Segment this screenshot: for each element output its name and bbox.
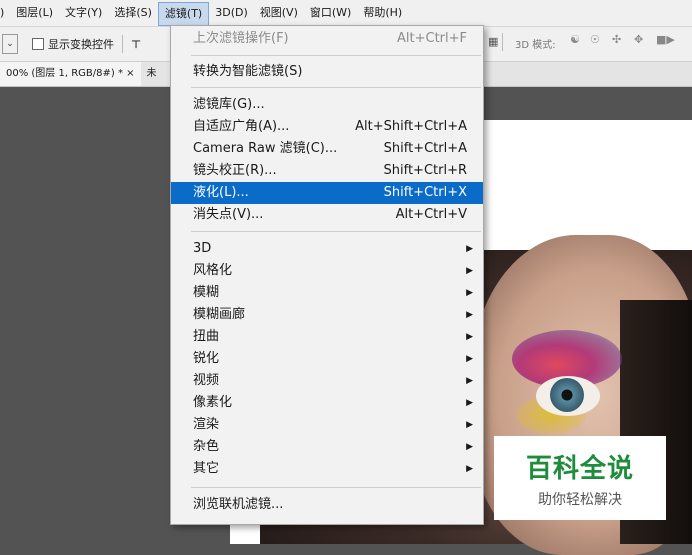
menu-3d[interactable]: 3D(D) [209,0,254,26]
vanishing-point-label: 消失点(V)... [193,207,264,222]
menu-item-adaptive-wide-angle[interactable]: 自适应广角(A)... Alt+Shift+Ctrl+A [171,116,483,138]
menu-separator [191,55,481,56]
browse-online-label: 浏览联机滤镜... [193,497,284,512]
tab-document-active[interactable]: 00% (图层 1, RGB/8#) * × [0,62,141,86]
filter-menu: 上次滤镜操作(F) Alt+Ctrl+F 转换为智能滤镜(S) 滤镜库(G)..… [170,25,484,525]
menu-item-other[interactable]: 其它 ▶ [171,458,483,480]
submenu-arrow-icon: ▶ [466,464,473,474]
menu-item-pixelate[interactable]: 像素化 ▶ [171,392,483,414]
submenu-3d-label: 3D [193,241,212,256]
menu-item-noise[interactable]: 杂色 ▶ [171,436,483,458]
menu-item-vanishing-point[interactable]: 消失点(V)... Alt+Ctrl+V [171,204,483,226]
show-transform-checkbox[interactable] [32,38,44,50]
menu-item-lens-correction[interactable]: 镜头校正(R)... Shift+Ctrl+R [171,160,483,182]
menu-item-render[interactable]: 渲染 ▶ [171,414,483,436]
submenu-blur-gallery-label: 模糊画廊 [193,307,246,322]
menu-item-stylize[interactable]: 风格化 ▶ [171,260,483,282]
submenu-sharpen-label: 锐化 [193,351,220,366]
menu-help[interactable]: 帮助(H) [357,0,408,26]
submenu-pixelate-label: 像素化 [193,395,233,410]
scale-3d-icon[interactable]: ■▶ [656,33,675,46]
menu-item-camera-raw[interactable]: Camera Raw 滤镜(C)... Shift+Ctrl+A [171,138,483,160]
submenu-other-label: 其它 [193,461,220,476]
watermark-title: 百科全说 [525,454,634,484]
liquify-label: 液化(L)... [193,185,249,200]
submenu-arrow-icon: ▶ [466,332,473,342]
menu-view[interactable]: 视图(V) [254,0,304,26]
submenu-arrow-icon: ▶ [466,310,473,320]
menu-item-video[interactable]: 视频 ▶ [171,370,483,392]
distribute-icon[interactable]: ▦ [488,35,498,48]
align-top-icon[interactable]: ⊤ [131,38,141,51]
lens-correction-shortcut: Shift+Ctrl+R [383,163,468,178]
pan-3d-icon[interactable]: ✣ [612,33,621,46]
watermark: 百科全说 助你轻松解决 [494,436,666,520]
menu-separator [191,487,481,488]
menu-item-blur-gallery[interactable]: 模糊画廊 ▶ [171,304,483,326]
slide-3d-icon[interactable]: ✥ [634,33,643,46]
menu-filter[interactable]: 滤镜(T) [157,1,210,26]
mode-3d-label: 3D 模式: [515,40,556,51]
adaptive-wide-shortcut: Alt+Shift+Ctrl+A [355,119,467,134]
submenu-arrow-icon: ▶ [466,398,473,408]
separator-2 [502,33,503,51]
menu-item-filter-gallery[interactable]: 滤镜库(G)... [171,94,483,116]
menu-item-convert-smart-filter[interactable]: 转换为智能滤镜(S) [171,61,483,83]
submenu-arrow-icon: ▶ [466,442,473,452]
menu-window[interactable]: 窗口(W) [304,0,357,26]
submenu-distort-label: 扭曲 [193,329,220,344]
camera-raw-label: Camera Raw 滤镜(C)... [193,141,338,156]
separator [122,35,123,53]
submenu-blur-label: 模糊 [193,285,220,300]
menu-bar: ) 图层(L) 文字(Y) 选择(S) 滤镜(T) 3D(D) 视图(V) 窗口… [0,0,692,27]
menu-item-browse-online-filters[interactable]: 浏览联机滤镜... [171,494,483,516]
submenu-arrow-icon: ▶ [466,244,473,254]
menu-layer[interactable]: 图层(L) [10,0,59,26]
menu-item-blur[interactable]: 模糊 ▶ [171,282,483,304]
menu-item-sharpen[interactable]: 锐化 ▶ [171,348,483,370]
photo-iris [550,378,584,412]
menu-edge[interactable]: ) [0,0,10,26]
submenu-arrow-icon: ▶ [466,354,473,364]
last-filter-label: 上次滤镜操作(F) [193,31,289,46]
submenu-arrow-icon: ▶ [466,376,473,386]
menu-select[interactable]: 选择(S) [108,0,158,26]
menu-item-distort[interactable]: 扭曲 ▶ [171,326,483,348]
menu-separator [191,87,481,88]
menu-item-last-filter: 上次滤镜操作(F) Alt+Ctrl+F [171,28,483,50]
last-filter-shortcut: Alt+Ctrl+F [397,31,467,46]
submenu-render-label: 渲染 [193,417,220,432]
submenu-arrow-icon: ▶ [466,288,473,298]
watermark-subtitle: 助你轻松解决 [538,492,622,508]
menu-item-3d[interactable]: 3D ▶ [171,238,483,260]
submenu-arrow-icon: ▶ [466,420,473,430]
menu-item-liquify[interactable]: 液化(L)... Shift+Ctrl+X [171,182,483,204]
orbit-3d-icon[interactable]: ☯ [570,33,580,46]
menu-separator [191,231,481,232]
show-transform-label: 显示变换控件 [48,38,114,51]
convert-smart-label: 转换为智能滤镜(S) [193,64,303,79]
chevron-down-icon: ⌄ [6,39,14,49]
submenu-stylize-label: 风格化 [193,263,233,278]
submenu-noise-label: 杂色 [193,439,220,454]
filter-gallery-label: 滤镜库(G)... [193,97,265,112]
adaptive-wide-label: 自适应广角(A)... [193,119,290,134]
liquify-shortcut: Shift+Ctrl+X [383,185,467,200]
menu-type[interactable]: 文字(Y) [59,0,108,26]
tab-document-next[interactable]: 未 [141,62,163,86]
submenu-arrow-icon: ▶ [466,266,473,276]
lens-correction-label: 镜头校正(R)... [193,163,277,178]
vanishing-point-shortcut: Alt+Ctrl+V [395,207,467,222]
roll-3d-icon[interactable]: ☉ [590,33,600,46]
tool-preset-dropdown[interactable]: ⌄ [2,34,18,54]
submenu-video-label: 视频 [193,373,220,388]
camera-raw-shortcut: Shift+Ctrl+A [383,141,467,156]
